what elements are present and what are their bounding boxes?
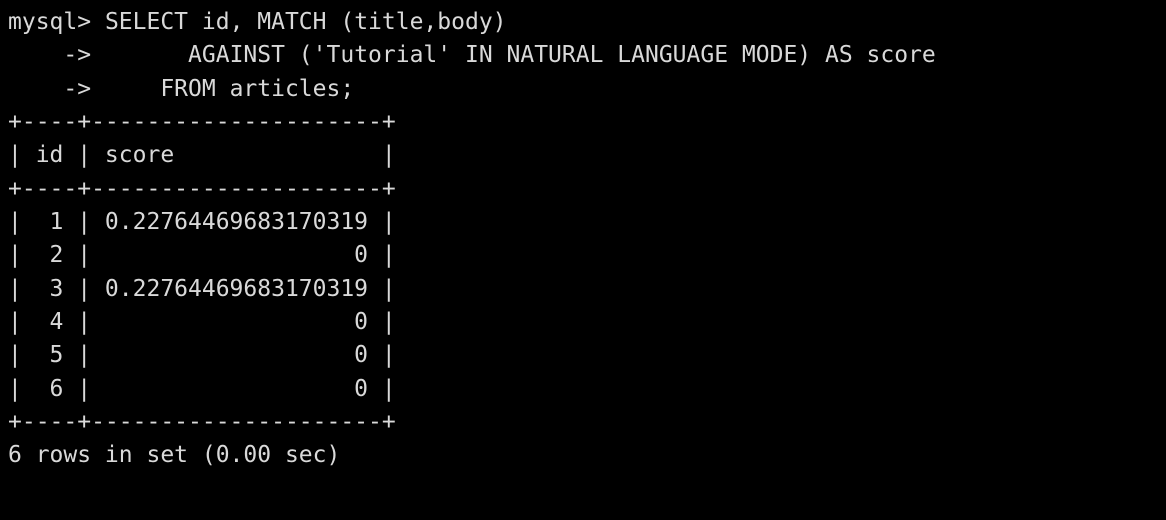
table-row: | 1 | 0.22764469683170319 | bbox=[8, 209, 396, 235]
table-row: | 6 | 0 | bbox=[8, 376, 396, 402]
table-border: +----+---------------------+ bbox=[8, 109, 396, 135]
table-border: +----+---------------------+ bbox=[8, 176, 396, 202]
table-header: | id | score | bbox=[8, 142, 396, 168]
sql-query-line-3: FROM articles; bbox=[91, 76, 354, 102]
table-row: | 3 | 0.22764469683170319 | bbox=[8, 276, 396, 302]
continuation-prompt: -> bbox=[8, 76, 91, 102]
table-border: +----+---------------------+ bbox=[8, 409, 396, 435]
table-row: | 2 | 0 | bbox=[8, 242, 396, 268]
sql-query-line-1: SELECT id, MATCH (title,body) bbox=[91, 9, 506, 35]
continuation-prompt: -> bbox=[8, 42, 91, 68]
table-row: | 5 | 0 | bbox=[8, 342, 396, 368]
mysql-prompt: mysql> bbox=[8, 9, 91, 35]
table-row: | 4 | 0 | bbox=[8, 309, 396, 335]
sql-query-line-2: AGAINST ('Tutorial' IN NATURAL LANGUAGE … bbox=[91, 42, 936, 68]
result-summary: 6 rows in set (0.00 sec) bbox=[8, 442, 340, 468]
mysql-terminal[interactable]: mysql> SELECT id, MATCH (title,body) -> … bbox=[0, 0, 1166, 479]
